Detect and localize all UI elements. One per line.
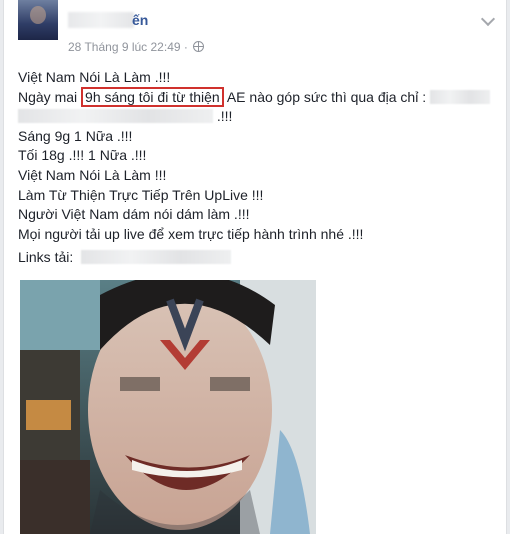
message-text: AE nào góp sức thì qua địa chỉ :: [223, 88, 427, 105]
message-text: Ngày mai: [18, 88, 82, 105]
message-line: Người Việt Nam dám nói dám làm .!!!: [18, 206, 250, 223]
author-name-blurred[interactable]: [68, 12, 134, 28]
blurred-address: [18, 109, 213, 124]
links-label: Links tải:: [18, 249, 74, 266]
message-line: Ngày mai 9h sáng tôi đi từ thiện AE nào …: [18, 86, 498, 108]
message-line: .!!!: [18, 107, 498, 127]
author-avatar[interactable]: [18, 0, 58, 40]
facebook-post: ến 28 Tháng 9 lúc 22:49 · Việt Nam Nói L…: [3, 0, 507, 534]
message-line: Việt Nam Nói Là Làm .!!!: [18, 69, 171, 85]
highlighted-text: 9h sáng tôi đi từ thiện: [81, 86, 224, 107]
message-line: Links tải:: [18, 248, 498, 268]
post-timestamp[interactable]: 28 Tháng 9 lúc 22:49 ·: [68, 40, 205, 54]
message-line: Làm Từ Thiện Trực Tiếp Trên UpLive !!!: [18, 186, 264, 203]
message-line: Tối 18g .!!! 1 Nữa .!!!: [18, 147, 147, 164]
blurred-link[interactable]: [81, 250, 232, 265]
message-line: Sáng 9g 1 Nữa .!!!: [18, 127, 133, 144]
blurred-address: [430, 89, 491, 104]
message-text: .!!!: [216, 108, 233, 125]
globe-icon: [193, 41, 205, 52]
post-photo[interactable]: [20, 280, 316, 534]
message-line: Mọi người tải up live để xem trực tiếp h…: [18, 225, 364, 242]
message-line: Việt Nam Nói Là Làm !!!: [18, 166, 167, 183]
selfie-image: [20, 280, 316, 534]
author-name[interactable]: ến: [132, 12, 148, 28]
post-message: Việt Nam Nói Là Làm .!!! Ngày mai 9h sán…: [18, 68, 498, 268]
timestamp-text[interactable]: 28 Tháng 9 lúc 22:49 ·: [68, 40, 188, 54]
chevron-down-icon[interactable]: [480, 11, 496, 27]
